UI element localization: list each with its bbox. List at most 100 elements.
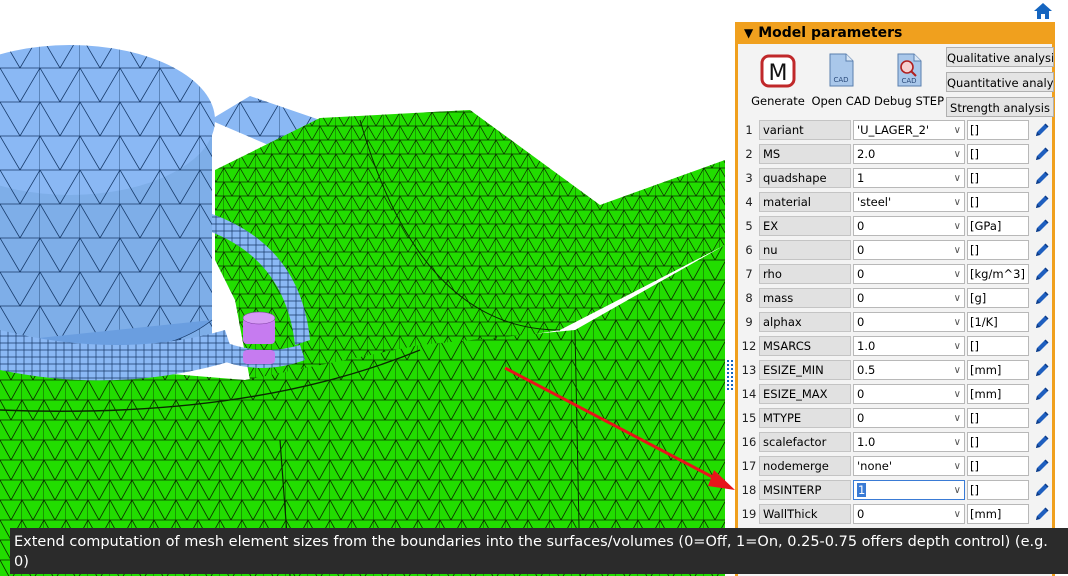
param-unit[interactable]: [mm] — [967, 384, 1029, 404]
chevron-down-icon[interactable]: ∨ — [954, 121, 961, 139]
param-value-select[interactable]: 0 ∨ — [853, 408, 965, 428]
chevron-down-icon[interactable]: ∨ — [954, 457, 961, 475]
pencil-edit-icon[interactable] — [1033, 145, 1051, 163]
pencil-edit-icon[interactable] — [1033, 505, 1051, 523]
chevron-down-icon[interactable]: ∨ — [954, 409, 961, 427]
param-unit[interactable]: [mm] — [967, 504, 1029, 524]
chevron-down-icon[interactable]: ∨ — [954, 241, 961, 259]
param-unit[interactable]: [mm] — [967, 360, 1029, 380]
pencil-edit-icon[interactable] — [1033, 361, 1051, 379]
param-unit[interactable]: [g] — [967, 288, 1029, 308]
param-index: 9 — [745, 315, 753, 329]
param-value-select[interactable]: 0 ∨ — [853, 240, 965, 260]
param-unit[interactable]: [] — [967, 168, 1029, 188]
chevron-down-icon[interactable]: ∨ — [954, 337, 961, 355]
strength-analysis-button[interactable]: Strength analysis — [946, 97, 1054, 117]
pencil-edit-icon[interactable] — [1033, 121, 1051, 139]
param-name: scalefactor — [759, 432, 851, 452]
param-index: 16 — [741, 435, 757, 449]
param-value-text: 0.5 — [857, 363, 876, 377]
chevron-down-icon[interactable]: ∨ — [954, 313, 961, 331]
home-icon[interactable] — [1033, 2, 1053, 20]
panel-splitter-handle[interactable] — [727, 360, 733, 394]
param-value-select[interactable]: 0.5 ∨ — [853, 360, 965, 380]
pencil-edit-icon[interactable] — [1033, 217, 1051, 235]
param-value-select[interactable]: 0 ∨ — [853, 264, 965, 284]
param-value-select[interactable]: 0 ∨ — [853, 288, 965, 308]
chevron-down-icon[interactable]: ∨ — [954, 145, 961, 163]
open-cad-button[interactable]: CAD Open CAD — [806, 52, 876, 108]
chevron-down-icon[interactable]: ∨ — [954, 265, 961, 283]
generate-button[interactable]: M Generate — [743, 52, 813, 108]
param-value-select[interactable]: 1 ∨ — [853, 480, 965, 500]
pencil-edit-icon[interactable] — [1033, 193, 1051, 211]
chevron-down-icon[interactable]: ∨ — [954, 289, 961, 307]
panel-header[interactable]: ▼ Model parameters — [738, 22, 1052, 44]
param-value-select[interactable]: 2.0 ∨ — [853, 144, 965, 164]
param-name: MS — [759, 144, 851, 164]
param-unit[interactable]: [GPa] — [967, 216, 1029, 236]
chevron-down-icon[interactable]: ∨ — [954, 433, 961, 451]
param-value-text: 2.0 — [857, 147, 876, 161]
param-unit[interactable]: [] — [967, 456, 1029, 476]
param-unit[interactable]: [] — [967, 144, 1029, 164]
chevron-down-icon[interactable]: ∨ — [954, 217, 961, 235]
param-index: 14 — [741, 387, 757, 401]
param-unit[interactable]: [] — [967, 120, 1029, 140]
pencil-edit-icon[interactable] — [1033, 409, 1051, 427]
pencil-edit-icon[interactable] — [1033, 385, 1051, 403]
param-index: 1 — [745, 123, 753, 137]
quantitative-analysis-button[interactable]: Quantitative analysis — [946, 72, 1054, 92]
cad-file-icon: CAD — [829, 53, 854, 87]
pencil-edit-icon[interactable] — [1033, 241, 1051, 259]
param-value-text: 0 — [857, 411, 865, 425]
param-value-select[interactable]: 1.0 ∨ — [853, 336, 965, 356]
qualitative-analysis-button[interactable]: Qualitative analysis — [946, 47, 1054, 67]
param-value-text: 1 — [857, 483, 867, 497]
pencil-edit-icon[interactable] — [1033, 433, 1051, 451]
pencil-edit-icon[interactable] — [1033, 337, 1051, 355]
param-value-select[interactable]: 0 ∨ — [853, 504, 965, 524]
param-value-text: 0 — [857, 267, 865, 281]
param-value-select[interactable]: 'steel' ∨ — [853, 192, 965, 212]
collapse-triangle-icon[interactable]: ▼ — [744, 22, 753, 44]
debug-step-button[interactable]: CAD Debug STEP — [874, 52, 944, 108]
pencil-edit-icon[interactable] — [1033, 169, 1051, 187]
param-unit[interactable]: [] — [967, 336, 1029, 356]
param-unit[interactable]: [kg/m^3] — [967, 264, 1029, 284]
param-value-select[interactable]: 0 ∨ — [853, 312, 965, 332]
param-value-select[interactable]: 0 ∨ — [853, 216, 965, 236]
pencil-edit-icon[interactable] — [1033, 289, 1051, 307]
param-unit[interactable]: [] — [967, 408, 1029, 428]
param-unit[interactable]: [] — [967, 480, 1029, 500]
param-value-select[interactable]: 1 ∨ — [853, 168, 965, 188]
param-index: 17 — [741, 459, 757, 473]
chevron-down-icon[interactable]: ∨ — [954, 193, 961, 211]
cad-debug-icon: CAD — [897, 53, 922, 87]
param-unit[interactable]: [] — [967, 432, 1029, 452]
pencil-edit-icon[interactable] — [1033, 481, 1051, 499]
param-value-select[interactable]: 'U_LAGER_2' ∨ — [853, 120, 965, 140]
mesh-viewport[interactable] — [0, 0, 735, 576]
param-value-select[interactable]: 'none' ∨ — [853, 456, 965, 476]
chevron-down-icon[interactable]: ∨ — [954, 481, 961, 499]
param-unit[interactable]: [] — [967, 192, 1029, 212]
param-index: 18 — [741, 483, 757, 497]
chevron-down-icon[interactable]: ∨ — [954, 169, 961, 187]
param-name: quadshape — [759, 168, 851, 188]
open-cad-label: Open CAD — [811, 94, 871, 108]
param-unit[interactable]: [1/K] — [967, 312, 1029, 332]
chevron-down-icon[interactable]: ∨ — [954, 505, 961, 523]
param-row: 19 WallThick 0 ∨ [mm] — [740, 503, 1052, 525]
param-unit[interactable]: [] — [967, 240, 1029, 260]
param-name: material — [759, 192, 851, 212]
chevron-down-icon[interactable]: ∨ — [954, 361, 961, 379]
chevron-down-icon[interactable]: ∨ — [954, 385, 961, 403]
pencil-edit-icon[interactable] — [1033, 457, 1051, 475]
pencil-edit-icon[interactable] — [1033, 265, 1051, 283]
param-value-select[interactable]: 0 ∨ — [853, 384, 965, 404]
pencil-edit-icon[interactable] — [1033, 313, 1051, 331]
param-name: nu — [759, 240, 851, 260]
param-value-select[interactable]: 1.0 ∨ — [853, 432, 965, 452]
param-row: 12 MSARCS 1.0 ∨ [] — [740, 335, 1052, 357]
